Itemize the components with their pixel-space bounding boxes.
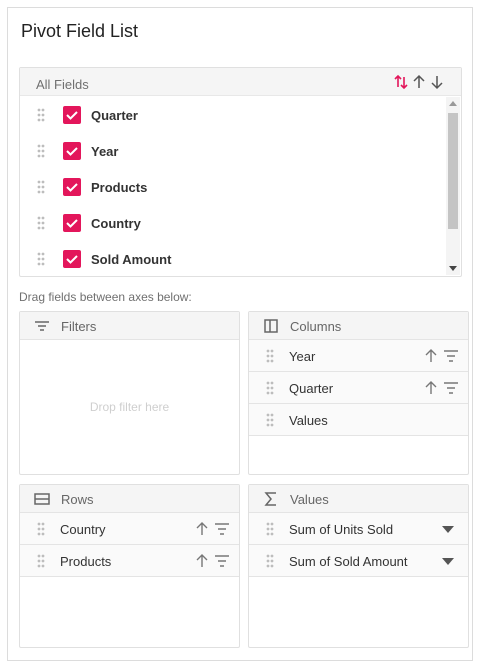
pivot-field-list-panel: Pivot Field List All Fields Quarter Year… — [7, 7, 473, 661]
all-fields-section: All Fields Quarter Year Products Country… — [19, 67, 462, 277]
field-checkbox[interactable] — [63, 142, 81, 160]
columns-header: Columns — [249, 312, 468, 340]
values-axis: Values Sum of Units Sold Sum of Sold Amo… — [248, 484, 469, 648]
scroll-down-icon[interactable] — [449, 266, 457, 271]
field-checkbox[interactable] — [63, 106, 81, 124]
pill-label: Quarter — [289, 381, 334, 396]
filter-icon[interactable] — [443, 381, 459, 395]
field-label: Quarter — [91, 108, 138, 123]
rows-axis: Rows Country Products — [19, 484, 240, 648]
sigma-icon — [263, 492, 279, 506]
field-item-products[interactable]: Products — [20, 169, 445, 205]
field-checkbox[interactable] — [63, 214, 81, 232]
drag-handle-icon[interactable] — [37, 144, 45, 158]
field-item-quarter[interactable]: Quarter — [20, 97, 445, 133]
pill-label: Products — [60, 554, 112, 569]
drag-handle-icon[interactable] — [37, 180, 45, 194]
field-item-country[interactable]: Country — [20, 205, 445, 241]
field-label: Sold Amount — [91, 252, 172, 267]
sort-none-icon[interactable] — [393, 74, 409, 90]
drag-hint-text: Drag fields between axes below: — [19, 290, 192, 304]
values-label: Values — [290, 492, 329, 507]
drag-handle-icon[interactable] — [37, 554, 45, 568]
field-label: Country — [91, 216, 141, 231]
panel-title: Pivot Field List — [21, 21, 139, 41]
rows-icon — [34, 492, 50, 506]
sort-ascending-icon[interactable] — [411, 74, 427, 90]
pill-label: Sum of Units Sold — [289, 522, 394, 537]
pill-label: Sum of Sold Amount — [289, 554, 408, 569]
drag-handle-icon[interactable] — [266, 381, 274, 395]
drag-handle-icon[interactable] — [37, 522, 45, 536]
field-list-scrollbar[interactable] — [446, 97, 460, 275]
filter-icon[interactable] — [214, 554, 230, 568]
all-fields-header: All Fields — [20, 68, 461, 96]
drag-handle-icon[interactable] — [266, 522, 274, 536]
pill-label: Year — [289, 349, 316, 364]
sort-ascending-icon[interactable] — [195, 521, 209, 537]
drop-filter-hint: Drop filter here — [89, 400, 170, 414]
field-list: Quarter Year Products Country Sold Amoun — [20, 97, 445, 276]
filters-label: Filters — [61, 319, 97, 334]
all-fields-label: All Fields — [36, 77, 89, 92]
filters-axis: Filters Drop filter here — [19, 311, 240, 475]
column-pill-year[interactable]: Year — [249, 340, 468, 372]
field-label: Year — [91, 144, 119, 159]
column-pill-quarter[interactable]: Quarter — [249, 372, 468, 404]
drag-handle-icon[interactable] — [37, 216, 45, 230]
sort-ascending-icon[interactable] — [424, 348, 438, 364]
sort-descending-icon[interactable] — [429, 74, 445, 90]
columns-label: Columns — [290, 319, 342, 334]
filter-lines-icon — [34, 319, 50, 333]
columns-axis: Columns Year Quarter Values — [248, 311, 469, 475]
pill-label: Country — [60, 522, 106, 537]
filters-header: Filters — [20, 312, 239, 340]
dropdown-arrow-icon[interactable] — [442, 558, 454, 565]
field-item-year[interactable]: Year — [20, 133, 445, 169]
row-pill-products[interactable]: Products — [20, 545, 239, 577]
field-label: Products — [91, 180, 148, 195]
field-checkbox[interactable] — [63, 250, 81, 268]
column-pill-values[interactable]: Values — [249, 404, 468, 436]
filter-icon[interactable] — [214, 522, 230, 536]
drag-handle-icon[interactable] — [37, 108, 45, 122]
scroll-up-icon[interactable] — [449, 101, 457, 106]
value-pill-units-sold[interactable]: Sum of Units Sold — [249, 513, 468, 545]
drag-handle-icon[interactable] — [37, 252, 45, 266]
sort-ascending-icon[interactable] — [424, 380, 438, 396]
rows-label: Rows — [61, 492, 94, 507]
pill-label: Values — [289, 413, 328, 428]
field-item-sold-amount[interactable]: Sold Amount — [20, 241, 445, 276]
rows-header: Rows — [20, 485, 239, 513]
dropdown-arrow-icon[interactable] — [442, 526, 454, 533]
scroll-thumb[interactable] — [448, 113, 458, 229]
sort-ascending-icon[interactable] — [195, 553, 209, 569]
drag-handle-icon[interactable] — [266, 413, 274, 427]
field-checkbox[interactable] — [63, 178, 81, 196]
value-pill-sold-amount[interactable]: Sum of Sold Amount — [249, 545, 468, 577]
drag-handle-icon[interactable] — [266, 349, 274, 363]
columns-icon — [263, 319, 279, 333]
row-pill-country[interactable]: Country — [20, 513, 239, 545]
drag-handle-icon[interactable] — [266, 554, 274, 568]
filter-icon[interactable] — [443, 349, 459, 363]
values-header: Values — [249, 485, 468, 513]
sort-controls — [393, 74, 445, 90]
